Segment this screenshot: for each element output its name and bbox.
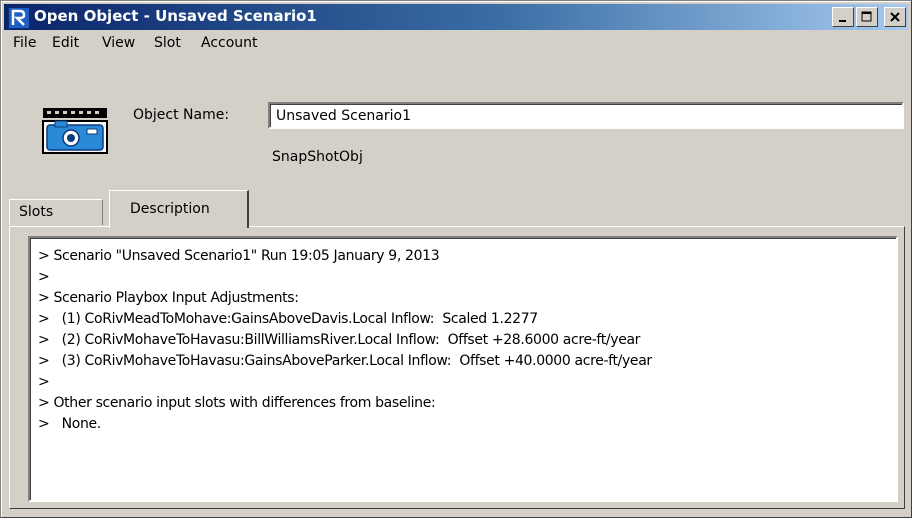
object-type-label: SnapShotObj xyxy=(272,149,363,165)
description-line: > (2) CoRivMohaveToHavasu:BillWilliamsRi… xyxy=(38,332,641,348)
riverware-app-icon xyxy=(8,7,30,29)
description-line: > (3) CoRivMohaveToHavasu:GainsAbovePark… xyxy=(38,353,652,369)
description-line: > xyxy=(38,374,50,390)
description-line: > xyxy=(38,269,50,285)
maximize-icon xyxy=(861,11,872,22)
description-line: > Other scenario input slots with differ… xyxy=(38,395,436,411)
menu-slot[interactable]: Slot xyxy=(154,35,181,51)
description-line: > Scenario Playbox Input Adjustments: xyxy=(38,290,299,306)
menu-bar: File Edit View Slot Account xyxy=(4,31,908,55)
description-line: > (1) CoRivMeadToMohave:GainsAboveDavis.… xyxy=(38,311,538,327)
tab-slots[interactable]: Slots xyxy=(9,199,103,225)
object-name-label: Object Name: xyxy=(133,107,230,123)
menu-account[interactable]: Account xyxy=(201,35,258,51)
title-bar[interactable]: Open Object - Unsaved Scenario1 xyxy=(4,4,908,30)
minimize-icon xyxy=(839,20,846,22)
tab-description[interactable]: Description xyxy=(109,190,249,228)
maximize-button[interactable] xyxy=(856,7,878,27)
close-button[interactable] xyxy=(884,7,906,27)
description-text-area[interactable]: > Scenario "Unsaved Scenario1" Run 19:05… xyxy=(28,236,898,502)
menu-edit[interactable]: Edit xyxy=(52,35,79,51)
description-line: > None. xyxy=(38,416,101,432)
snapshot-camera-icon xyxy=(41,105,109,155)
open-object-window: Open Object - Unsaved Scenario1 File Edi… xyxy=(0,0,912,518)
object-name-input[interactable] xyxy=(268,102,904,129)
description-line: > Scenario "Unsaved Scenario1" Run 19:05… xyxy=(38,248,440,264)
minimize-button[interactable] xyxy=(832,7,854,27)
menu-file[interactable]: File xyxy=(13,35,36,51)
menu-view[interactable]: View xyxy=(102,35,135,51)
window-title: Open Object - Unsaved Scenario1 xyxy=(34,7,317,25)
close-icon xyxy=(890,12,900,22)
